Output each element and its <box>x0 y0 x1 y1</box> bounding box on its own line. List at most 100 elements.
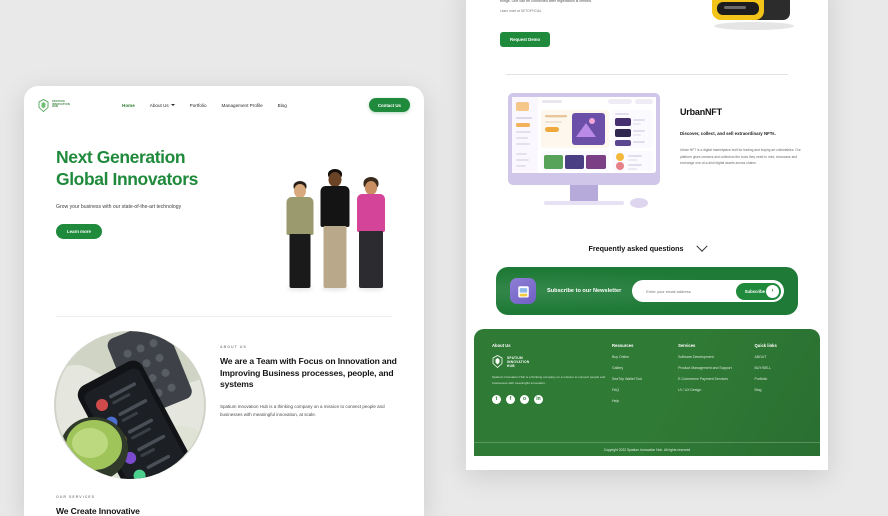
site-logo[interactable]: SPATIUM INNOVATION HUB <box>38 98 108 112</box>
person-figure <box>284 181 316 291</box>
footer-link[interactable]: E-Commerce Payment Services <box>678 377 754 382</box>
nav-item-management-profile[interactable]: Management Profile <box>222 103 263 108</box>
twitter-icon[interactable]: t <box>492 395 501 405</box>
newsletter-email-input[interactable] <box>644 287 736 295</box>
subscribe-label: Subscribe <box>744 288 765 294</box>
arrow-right-icon: › <box>766 284 779 298</box>
imac-mockup <box>504 93 664 222</box>
spatium-logo-icon <box>492 355 503 368</box>
linkedin-icon[interactable]: in <box>534 395 543 405</box>
faq-title: Frequently asked questions <box>588 244 684 253</box>
nft-subtitle: Discover, collect, and sell extraordinar… <box>680 131 776 136</box>
facebook-icon[interactable]: f <box>506 395 515 405</box>
footer-link[interactable]: Software Development <box>678 355 754 360</box>
hero-title-line-2: Global Innovators <box>56 169 198 190</box>
hero-title-line-1: Next Generation <box>56 147 186 167</box>
solutions-heading-line-1: We Create Innovative <box>56 506 140 516</box>
right-top-note: Learn more at GETOFFICIAL <box>500 9 542 14</box>
footer-link[interactable]: Portfolio <box>755 377 803 382</box>
nft-paragraph: Urban NFT is a digital marketplace built… <box>680 148 801 166</box>
footer-quick-heading: Quick links <box>754 343 777 348</box>
newsletter-icon <box>510 278 536 304</box>
footer-resources-heading: Resources <box>612 343 634 348</box>
newsletter-field-group: Subscribe › <box>632 280 784 302</box>
site-footer: About Us SPATIUM INNOVATION HUB Spatium … <box>474 329 820 456</box>
hero-copy: Next Generation Global Innovators Grow y… <box>24 146 271 316</box>
footer-link[interactable]: UI / UX Design <box>678 388 754 393</box>
subscribe-button[interactable]: Subscribe › <box>735 282 781 300</box>
imac-mockup-art <box>508 93 660 208</box>
right-page-artboard: things. One can be connected after regis… <box>466 0 828 470</box>
nav-item-about-us[interactable]: About Us <box>150 103 175 108</box>
newsletter-title: Subscribe to our Newsletter <box>547 288 622 294</box>
newsletter-banner: Subscribe to our Newsletter Subscribe › <box>496 267 798 315</box>
team-copy: ABOUT US We are a Team with Focus on Inn… <box>220 331 404 479</box>
footer-columns: About Us SPATIUM INNOVATION HUB Spatium … <box>492 343 802 410</box>
nft-copy: UrbanNFT Discover, collect, and sell ext… <box>680 93 802 222</box>
copyright-bar: Copyright 2022 Spatium Innovation Hub. A… <box>474 442 820 456</box>
left-navbar: SPATIUM INNOVATION HUB Home About Us Por… <box>24 86 424 124</box>
footer-column-resources: Resources Buy Online Gallery SeaTrip Wal… <box>612 343 678 410</box>
footer-link[interactable]: Product Management and Support <box>678 366 754 371</box>
team-heading: We are a Team with Focus on Innovation a… <box>220 356 397 390</box>
nft-title: UrbanNFT <box>680 107 722 117</box>
spatium-logo-icon <box>38 98 49 112</box>
person-figure <box>354 177 387 291</box>
footer-link[interactable]: ABOUT <box>755 355 803 360</box>
solutions-eyebrow: OUR SERVICES <box>56 495 96 499</box>
person-figure <box>318 169 352 291</box>
faq-toggle[interactable]: Frequently asked questions <box>500 240 794 253</box>
footer-logo-text: SPATIUM INNOVATION HUB <box>507 356 530 368</box>
footer-link[interactable]: Gallery <box>612 366 678 371</box>
request-demo-button[interactable]: Request Demo <box>500 31 551 47</box>
right-top-paragraph: things. One can be connected after regis… <box>500 0 592 3</box>
hero-people-illustration <box>282 166 390 291</box>
nav-item-blog[interactable]: Blog <box>278 103 287 108</box>
footer-column-services: Services Software Development Product Ma… <box>678 343 754 410</box>
nav-item-portfolio[interactable]: Portfolio <box>190 103 207 108</box>
hero-subtitle: Grow your business with our state-of-the… <box>56 203 182 210</box>
social-links: t f o in <box>492 395 612 405</box>
instagram-icon[interactable]: o <box>520 395 529 405</box>
chevron-down-icon <box>170 104 175 106</box>
contact-us-button[interactable]: Contact Us <box>368 98 410 112</box>
devices-photo-art <box>56 331 204 479</box>
footer-logo[interactable]: SPATIUM INNOVATION HUB <box>492 355 612 368</box>
footer-link[interactable]: SeaTrip Wallet Tool <box>612 377 678 382</box>
site-logo-text: SPATIUM INNOVATION HUB <box>52 100 70 109</box>
footer-column-about: About Us SPATIUM INNOVATION HUB Spatium … <box>492 343 612 410</box>
hero-title: Next Generation Global Innovators <box>56 146 271 191</box>
nav-item-home[interactable]: Home <box>122 103 135 108</box>
nav-label: Blog <box>277 102 287 108</box>
nav-label: Home <box>122 102 135 108</box>
chevron-down-icon <box>695 240 708 252</box>
team-body: Spatium Innovation Hub is a thinking com… <box>220 403 385 417</box>
footer-services-heading: Services <box>678 343 696 348</box>
team-section: ABOUT US We are a Team with Focus on Inn… <box>24 317 424 479</box>
envelope-icon <box>517 285 529 297</box>
nft-section: UrbanNFT Discover, collect, and sell ext… <box>466 75 828 222</box>
footer-link[interactable]: Blog <box>755 388 803 393</box>
learn-more-button[interactable]: Learn more <box>56 224 102 240</box>
footer-about-heading: About Us <box>492 343 511 348</box>
footer-link[interactable]: Buy Online <box>612 355 678 360</box>
right-top-block: things. One can be connected after regis… <box>466 0 828 70</box>
logo-line-3: HUB <box>52 105 59 109</box>
footer-logo-line-3: HUB <box>507 363 515 368</box>
footer-link[interactable]: BUY/SELL <box>755 366 803 371</box>
footer-link[interactable]: FAQ <box>612 388 678 393</box>
footer-logo-line-2: INNOVATION <box>507 359 530 364</box>
footer-link[interactable]: Help <box>612 399 678 404</box>
primary-nav: Home About Us Portfolio Management Profi… <box>122 103 369 108</box>
screenshot-canvas: SPATIUM INNOVATION HUB Home About Us Por… <box>0 0 888 516</box>
left-page-artboard: SPATIUM INNOVATION HUB Home About Us Por… <box>24 86 424 516</box>
footer-about-description: Spatium Innovation Hub is a thinking com… <box>492 375 606 385</box>
devices-photo <box>54 331 206 479</box>
yellow-device-image <box>712 0 794 30</box>
solutions-heading: We Create Innovative Solutions for Indus… <box>56 506 424 516</box>
solutions-section: OUR SERVICES We Create Innovative Soluti… <box>24 479 424 516</box>
nav-label: Management Profile <box>221 102 263 108</box>
footer-column-quick-links: Quick links ABOUT BUY/SELL Portfolio Blo… <box>755 343 803 410</box>
nav-label: Portfolio <box>189 102 207 108</box>
hero-section: Next Generation Global Innovators Grow y… <box>24 124 424 316</box>
